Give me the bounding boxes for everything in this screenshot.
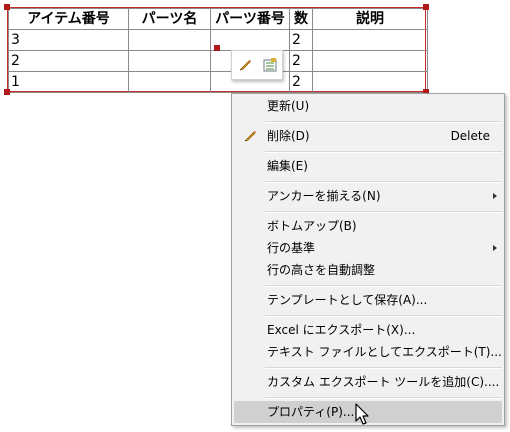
menu-item-delete[interactable]: 削除(D) Delete — [234, 125, 502, 147]
selection-grip-bottom-left[interactable] — [4, 89, 10, 95]
table-row[interactable]: 2 2 — [8, 50, 428, 72]
menu-separator — [265, 315, 502, 317]
table-header-row: アイテム番号 パーツ名 パーツ番号 数 説明 — [8, 8, 428, 30]
cell-quantity[interactable]: 2 — [289, 71, 313, 93]
selection-grip-top-right[interactable] — [423, 4, 429, 10]
menu-separator — [265, 367, 502, 369]
menu-separator — [265, 211, 502, 213]
menu-item-update[interactable]: 更新(U) — [234, 95, 502, 117]
table-move-handle[interactable] — [214, 45, 220, 51]
menu-separator — [265, 151, 502, 153]
menu-item-label: 行の基準 — [267, 241, 316, 255]
menu-item-auto-row-height[interactable]: 行の高さを自動調整 — [234, 259, 502, 281]
cell-description[interactable] — [312, 29, 428, 51]
header-part-name[interactable]: パーツ名 — [128, 8, 211, 30]
menu-item-bottom-up[interactable]: ボトムアップ(B) — [234, 215, 502, 237]
menu-item-shortcut: Delete — [450, 129, 490, 143]
submenu-arrow-icon — [493, 245, 497, 251]
menu-item-save-as-template[interactable]: テンプレートとして保存(A)... — [234, 289, 502, 311]
header-description[interactable]: 説明 — [312, 8, 428, 30]
menu-item-row-basis[interactable]: 行の基準 — [234, 237, 502, 259]
pencil-eraser-icon — [242, 128, 258, 144]
menu-item-export-excel[interactable]: Excel にエクスポート(X)... — [234, 319, 502, 341]
table-properties-icon[interactable] — [261, 56, 279, 74]
cell-part-name[interactable] — [128, 50, 211, 72]
menu-item-label: 削除(D) — [267, 129, 310, 143]
menu-item-export-text[interactable]: テキスト ファイルとしてエクスポート(T)... — [234, 341, 502, 363]
cell-item-number[interactable]: 1 — [8, 71, 129, 93]
cell-quantity[interactable]: 2 — [289, 50, 313, 72]
header-quantity[interactable]: 数 — [289, 8, 313, 30]
cell-description[interactable] — [312, 71, 428, 93]
menu-item-label: 更新(U) — [267, 99, 310, 113]
cell-part-number[interactable] — [210, 29, 290, 51]
cell-description[interactable] — [312, 50, 428, 72]
cell-part-name[interactable] — [128, 29, 211, 51]
menu-separator — [265, 397, 502, 399]
submenu-arrow-icon — [493, 193, 497, 199]
pencil-icon[interactable] — [236, 56, 254, 74]
mini-toolbar — [231, 50, 283, 80]
menu-item-label: 行の高さを自動調整 — [267, 263, 376, 277]
menu-separator — [265, 181, 502, 183]
cell-quantity[interactable]: 2 — [289, 29, 313, 51]
selection-grip-top-left[interactable] — [4, 4, 10, 10]
menu-item-edit[interactable]: 編集(E) — [234, 155, 502, 177]
header-item-number[interactable]: アイテム番号 — [8, 8, 129, 30]
menu-item-align-anchor[interactable]: アンカーを揃える(N) — [234, 185, 502, 207]
menu-item-label: カスタム エクスポート ツールを追加(C).... — [267, 375, 500, 389]
menu-item-add-custom-export[interactable]: カスタム エクスポート ツールを追加(C).... — [234, 371, 502, 393]
header-part-number[interactable]: パーツ番号 — [210, 8, 290, 30]
menu-item-label: テキスト ファイルとしてエクスポート(T)... — [267, 345, 502, 359]
menu-separator — [265, 285, 502, 287]
menu-item-label: テンプレートとして保存(A)... — [267, 293, 428, 307]
cell-item-number[interactable]: 2 — [8, 50, 129, 72]
cell-item-number[interactable]: 3 — [8, 29, 129, 51]
context-menu: 更新(U) 削除(D) Delete 編集(E) アンカーを揃える(N) ボトム… — [231, 93, 505, 426]
mouse-cursor-icon — [355, 403, 373, 427]
menu-separator — [265, 121, 502, 123]
menu-item-label: Excel にエクスポート(X)... — [267, 323, 416, 337]
cell-part-name[interactable] — [128, 71, 211, 93]
menu-item-label: ボトムアップ(B) — [267, 219, 357, 233]
drawing-canvas[interactable]: アイテム番号 パーツ名 パーツ番号 数 説明 3 2 2 2 1 2 更新(U)… — [0, 0, 510, 432]
menu-item-label: プロパティ(P)... — [267, 405, 355, 419]
table-row[interactable]: 1 2 — [8, 71, 428, 93]
menu-item-label: 編集(E) — [267, 159, 308, 173]
menu-item-label: アンカーを揃える(N) — [267, 189, 381, 203]
